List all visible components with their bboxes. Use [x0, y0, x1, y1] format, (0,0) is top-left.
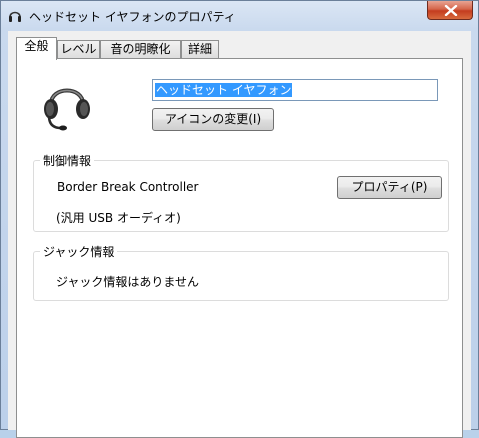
jack-info-group: ジャック情報 ジャック情報はありません [33, 243, 449, 301]
window-title: ヘッドセット イヤフォンのプロパティ [29, 10, 236, 24]
jack-info-text: ジャック情報はありません [56, 275, 200, 289]
jack-info-legend: ジャック情報 [40, 243, 118, 260]
device-name-value: ヘッドセット イヤフォン [155, 83, 293, 97]
properties-window: ヘッドセット イヤフォンのプロパティ 全般 レベル 音の明瞭化 詳細 ヘッドセッ… [0, 0, 479, 438]
close-button[interactable] [427, 1, 473, 20]
tab-advanced[interactable]: 詳細 [181, 40, 219, 59]
title-bar[interactable]: ヘッドセット イヤフォンのプロパティ [1, 1, 478, 31]
general-tab-panel: ヘッドセット イヤフォン アイコンの変更(I) 制御情報 Border Brea… [16, 58, 463, 438]
close-icon [444, 5, 458, 16]
headset-icon [9, 11, 21, 22]
change-icon-button[interactable]: アイコンの変更(I) [152, 108, 274, 131]
headset-device-icon [44, 88, 90, 131]
controller-info-legend: 制御情報 [40, 152, 95, 169]
properties-button[interactable]: プロパティ(P) [337, 176, 442, 199]
tab-levels[interactable]: レベル [57, 40, 100, 59]
driver-description: (汎用 USB オーディオ) [56, 211, 181, 225]
dialog-client-area: 全般 レベル 音の明瞭化 詳細 ヘッドセット イヤフォン アイコンの変更(I) [8, 31, 471, 438]
device-name-field[interactable]: ヘッドセット イヤフォン [152, 79, 438, 101]
tab-general[interactable]: 全般 [16, 37, 57, 60]
controller-info-group: 制御情報 Border Break Controller プロパティ(P) (汎… [33, 152, 449, 232]
controller-name: Border Break Controller [57, 180, 199, 194]
tab-enhancements[interactable]: 音の明瞭化 [100, 40, 181, 59]
